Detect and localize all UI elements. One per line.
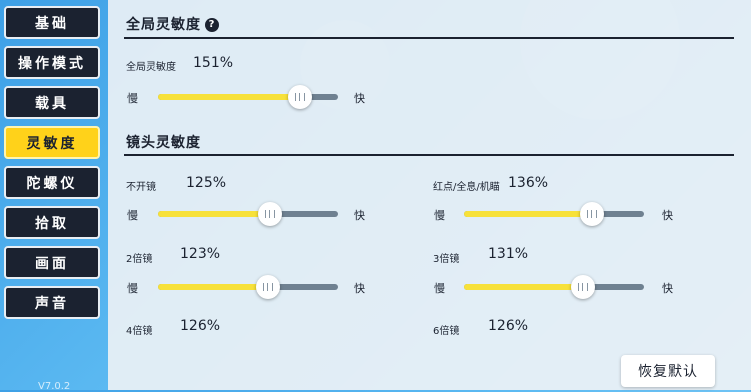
fast-label: 快: [354, 209, 365, 222]
slider-value: 136%: [508, 175, 549, 191]
3x-scope-slider[interactable]: [464, 275, 644, 299]
fast-label: 快: [662, 209, 673, 222]
slider-fill: [464, 284, 583, 290]
sidebar-item-graphics[interactable]: 画面: [4, 246, 100, 279]
slider-fill: [158, 94, 301, 100]
slow-label: 慢: [434, 282, 445, 295]
sidebar-item-gyroscope[interactable]: 陀螺仪: [4, 166, 100, 199]
global-sensitivity-title-text: 全局灵敏度: [126, 17, 201, 33]
slider-label: 不开镜: [126, 182, 156, 193]
slider-label: 2倍镜: [126, 254, 153, 265]
global-sensitivity-title: 全局灵敏度?: [126, 14, 219, 34]
section-divider: [124, 37, 734, 39]
question-mark-icon[interactable]: ?: [205, 17, 219, 32]
slider-fill: [464, 211, 592, 217]
slider-label: 6倍镜: [433, 326, 460, 337]
slider-value: 126%: [180, 318, 221, 334]
slider-label: 全局灵敏度: [126, 62, 176, 73]
fast-label: 快: [354, 282, 365, 295]
slider-thumb[interactable]: [288, 85, 313, 109]
slider-label: 4倍镜: [126, 326, 153, 337]
version-text: V7.0.2: [38, 381, 71, 392]
grip-icon: [295, 93, 306, 101]
sidebar-item-vehicle[interactable]: 载具: [4, 86, 100, 119]
slider-value: 123%: [180, 246, 221, 262]
grip-icon: [586, 210, 597, 218]
sidebar-item-sensitivity[interactable]: 灵敏度: [4, 126, 100, 159]
reset-defaults-button[interactable]: 恢复默认: [621, 355, 715, 387]
slider-fill: [158, 211, 270, 217]
grip-icon: [262, 283, 273, 291]
red-dot-sight-slider[interactable]: [464, 202, 644, 226]
slow-label: 慢: [127, 92, 138, 105]
slider-fill: [158, 284, 268, 290]
slider-value: 126%: [488, 318, 529, 334]
slider-label: 3倍镜: [433, 254, 460, 265]
fast-label: 快: [354, 92, 365, 105]
slider-thumb[interactable]: [579, 202, 604, 226]
grip-icon: [264, 210, 275, 218]
sidebar-item-basic[interactable]: 基础: [4, 6, 100, 39]
slider-thumb[interactable]: [257, 202, 282, 226]
sensitivity-panel: 全局灵敏度? 全局灵敏度 151% 慢 快 镜头灵敏度 不开镜 125% 慢 快…: [108, 0, 751, 390]
global-sensitivity-slider[interactable]: [158, 85, 338, 109]
grip-icon: [577, 283, 588, 291]
no-scope-slider[interactable]: [158, 202, 338, 226]
camera-sensitivity-title: 镜头灵敏度: [126, 135, 201, 151]
sidebar-item-control-mode[interactable]: 操作模式: [4, 46, 100, 79]
slider-value: 151%: [193, 55, 234, 71]
2x-scope-slider[interactable]: [158, 275, 338, 299]
slow-label: 慢: [127, 209, 138, 222]
slider-thumb[interactable]: [570, 275, 595, 299]
slider-value: 131%: [488, 246, 529, 262]
fast-label: 快: [662, 282, 673, 295]
settings-sidebar: 基础 操作模式 载具 灵敏度 陀螺仪 拾取 画面 声音 V7.0.2: [0, 0, 105, 392]
section-divider: [124, 154, 734, 156]
slider-thumb[interactable]: [255, 275, 280, 299]
slow-label: 慢: [434, 209, 445, 222]
sidebar-item-pickup[interactable]: 拾取: [4, 206, 100, 239]
slow-label: 慢: [127, 282, 138, 295]
sidebar-item-sound[interactable]: 声音: [4, 286, 100, 319]
slider-value: 125%: [186, 175, 227, 191]
slider-label: 红点/全息/机瞄: [433, 182, 500, 193]
